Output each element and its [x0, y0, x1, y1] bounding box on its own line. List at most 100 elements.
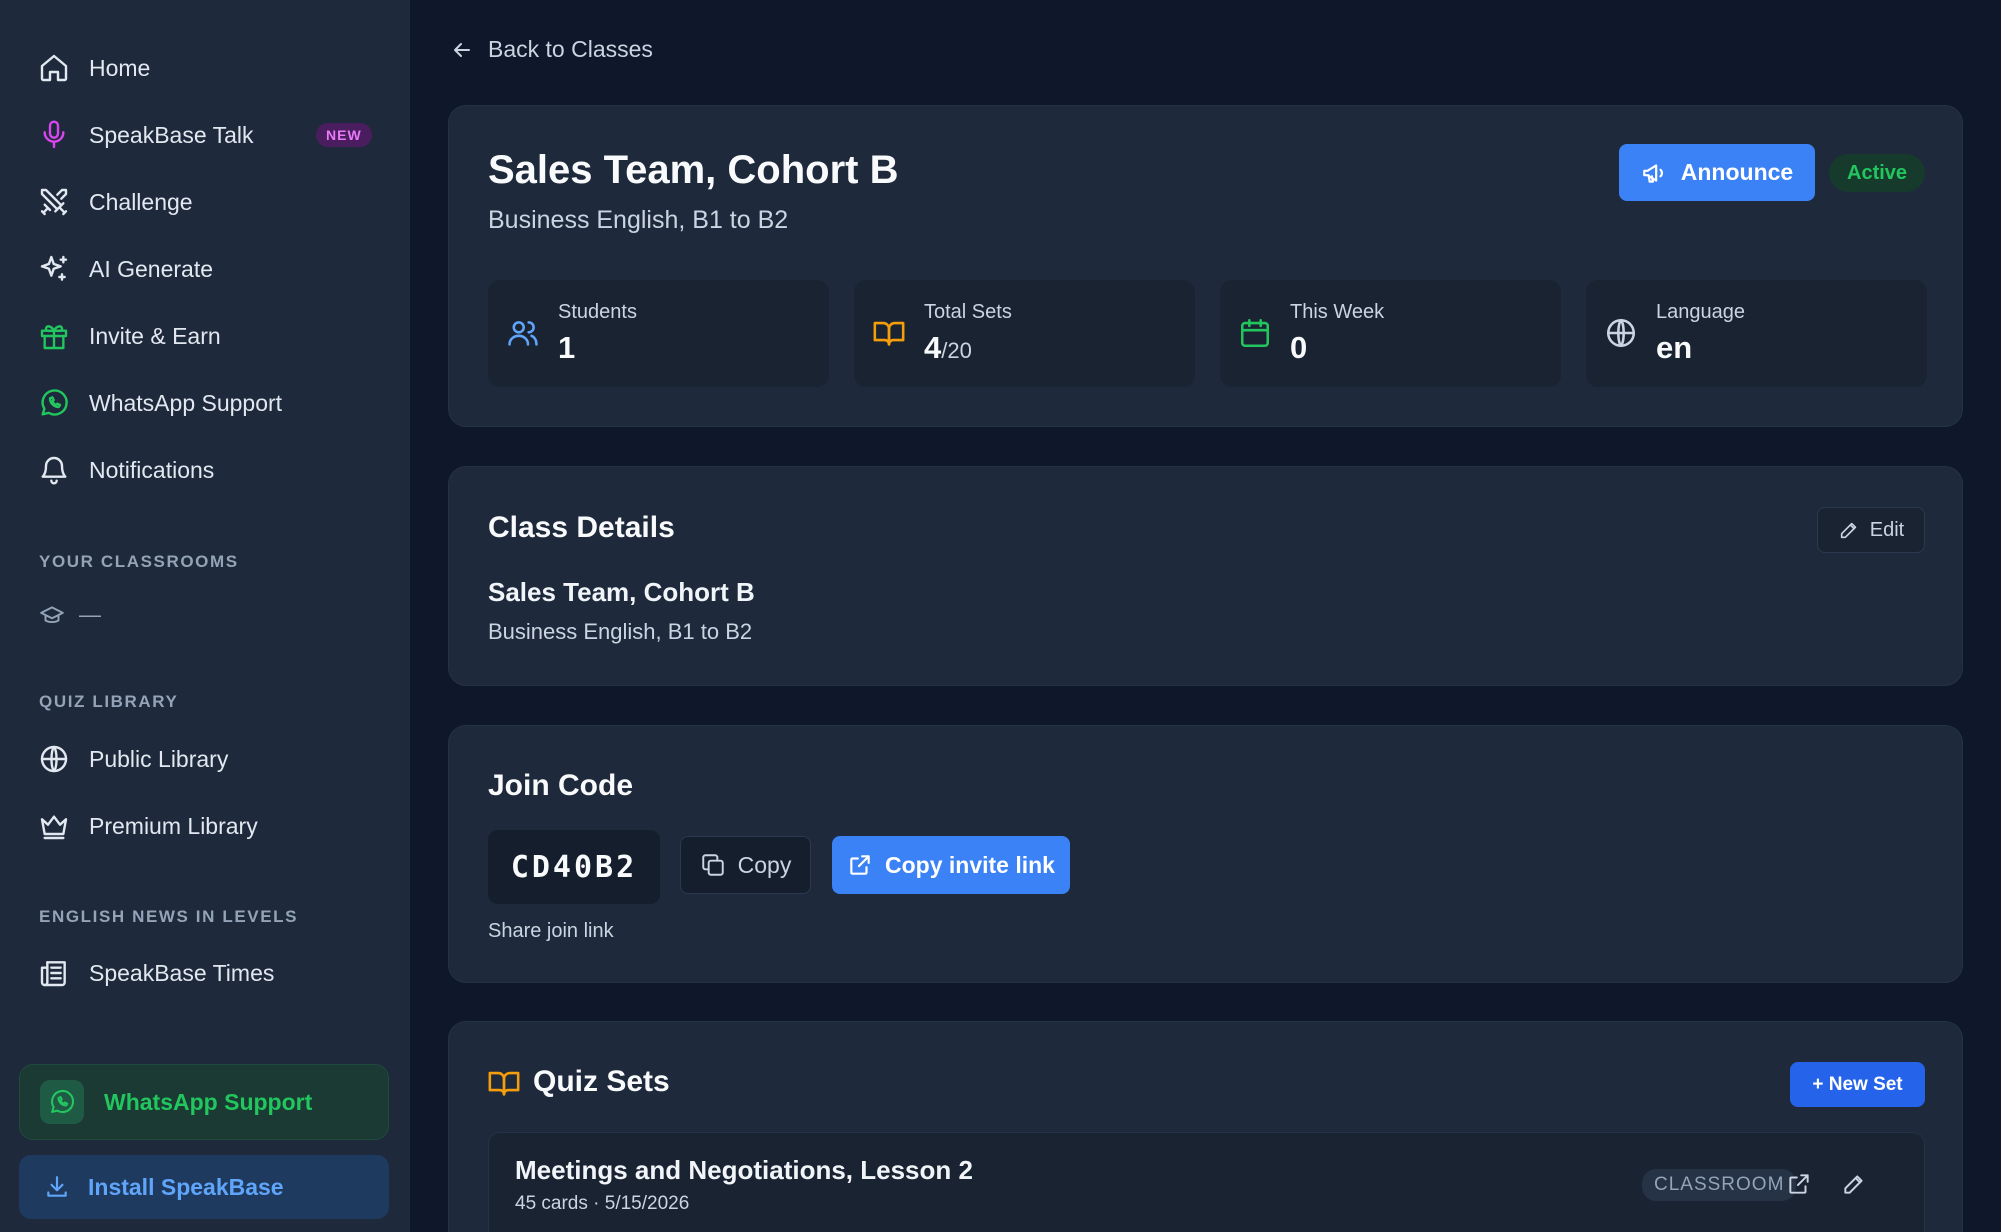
- sidebar-item-label: Premium Library: [89, 812, 258, 839]
- class-details-card: Class Details Edit Sales Team, Cohort B …: [448, 466, 1963, 686]
- new-set-button[interactable]: + New Set: [1790, 1062, 1925, 1107]
- sidebar-item-ai-generate[interactable]: AI Generate: [0, 239, 410, 299]
- copy-invite-label: Copy invite link: [885, 851, 1055, 878]
- classrooms-section-title: YOUR CLASSROOMS: [39, 552, 239, 571]
- whatsapp-icon: [40, 1080, 84, 1124]
- class-name: Sales Team, Cohort B: [488, 577, 755, 607]
- sidebar-item-public-library[interactable]: Public Library: [0, 729, 410, 789]
- sidebar-item-label: SpeakBase Talk: [89, 121, 254, 148]
- app-root: Home SpeakBase Talk NEW Challenge AI Gen…: [0, 0, 2001, 1232]
- sidebar-item-challenge[interactable]: Challenge: [0, 172, 410, 232]
- gift-icon: [36, 318, 72, 354]
- sidebar-item-label: Notifications: [89, 456, 215, 483]
- stat-students: Students 1: [488, 280, 829, 387]
- quiz-set-row[interactable]: Meetings and Negotiations, Lesson 2 45 c…: [488, 1132, 1925, 1232]
- pencil-icon: [1840, 522, 1857, 539]
- stat-value: 1: [558, 330, 576, 365]
- announce-label: Announce: [1680, 159, 1794, 185]
- sidebar: Home SpeakBase Talk NEW Challenge AI Gen…: [0, 0, 410, 1232]
- home-icon: [36, 50, 72, 86]
- join-code-value: CD40B2: [488, 830, 660, 904]
- copy-invite-link-button[interactable]: Copy invite link: [832, 836, 1070, 894]
- sidebar-item-label: Challenge: [89, 188, 193, 215]
- users-icon: [508, 321, 538, 346]
- whatsapp-support-label: WhatsApp Support: [104, 1088, 313, 1115]
- sidebar-item-speakbase-times[interactable]: SpeakBase Times: [0, 943, 410, 1003]
- stat-value: 0: [1290, 330, 1308, 365]
- quiz-set-meta: 45 cards · 5/15/2026: [515, 1193, 690, 1214]
- class-title: Sales Team, Cohort B: [488, 148, 899, 192]
- external-link-icon[interactable]: [1786, 1171, 1812, 1197]
- book-open-icon: [873, 321, 905, 346]
- class-description: Business English, B1 to B2: [488, 619, 753, 644]
- bell-icon: [36, 452, 72, 488]
- edit-label: Edit: [1869, 518, 1905, 541]
- book-open-icon: [488, 1071, 520, 1096]
- whatsapp-support-cta[interactable]: WhatsApp Support: [19, 1064, 389, 1140]
- class-subtitle: Business English, B1 to B2: [488, 206, 789, 234]
- newspaper-icon: [36, 955, 72, 991]
- back-to-classes-link[interactable]: Back to Classes: [450, 36, 653, 63]
- stat-total-sets: Total Sets 4/20: [854, 280, 1195, 387]
- stat-label: This Week: [1290, 301, 1385, 323]
- sidebar-item-label: Home: [89, 54, 151, 81]
- quiz-set-badge: CLASSROOM: [1642, 1169, 1797, 1201]
- install-app-button[interactable]: Install SpeakBase: [19, 1155, 389, 1219]
- megaphone-icon: [1642, 163, 1663, 183]
- sidebar-item-label: Invite & Earn: [89, 322, 221, 349]
- classrooms-empty: —: [79, 602, 101, 627]
- copy-code-button[interactable]: Copy: [680, 836, 811, 894]
- class-header-card: Sales Team, Cohort B Business English, B…: [448, 105, 1963, 427]
- install-label: Install SpeakBase: [88, 1173, 284, 1200]
- quiz-sets-card: Quiz Sets + New Set Meetings and Negotia…: [448, 1021, 1963, 1232]
- new-badge: NEW: [316, 123, 372, 147]
- arrow-left-icon: [454, 42, 470, 57]
- join-code-heading: Join Code: [488, 769, 634, 802]
- stat-language: Language en: [1586, 280, 1927, 387]
- sparkles-icon: [36, 251, 72, 287]
- crown-icon: [36, 808, 72, 844]
- whatsapp-icon: [36, 385, 72, 421]
- stat-value: 4/20: [924, 330, 972, 366]
- quiz-set-title: Meetings and Negotiations, Lesson 2: [515, 1155, 973, 1185]
- sidebar-item-invite-earn[interactable]: Invite & Earn: [0, 306, 410, 366]
- globe-icon: [36, 741, 72, 777]
- external-link-icon: [850, 855, 870, 875]
- classroom-empty-row: —: [39, 602, 101, 628]
- sidebar-item-label: WhatsApp Support: [89, 389, 283, 416]
- microphone-icon: [36, 117, 72, 153]
- globe-icon: [1606, 318, 1636, 348]
- copy-label: Copy: [737, 851, 792, 878]
- calendar-icon: [1240, 318, 1270, 348]
- download-icon: [47, 1176, 67, 1197]
- pencil-icon[interactable]: [1841, 1171, 1867, 1197]
- swords-icon: [36, 184, 72, 220]
- sidebar-item-label: AI Generate: [89, 255, 214, 282]
- stat-label: Total Sets: [924, 301, 1012, 323]
- sidebar-item-label: Public Library: [89, 745, 229, 772]
- sidebar-item-speakbase-talk[interactable]: SpeakBase Talk NEW: [0, 105, 410, 165]
- status-badge: Active: [1829, 154, 1926, 192]
- sidebar-item-label: SpeakBase Times: [89, 959, 275, 986]
- announce-button[interactable]: Announce: [1619, 144, 1815, 201]
- class-details-heading: Class Details: [488, 511, 675, 544]
- copy-icon: [701, 854, 724, 876]
- stat-label: Students: [558, 301, 637, 323]
- stat-this-week: This Week 0: [1220, 280, 1561, 387]
- share-join-link-label: Share join link: [488, 920, 614, 942]
- library-section-title: QUIZ LIBRARY: [39, 692, 179, 711]
- stat-value: en: [1656, 330, 1693, 365]
- news-section-title: ENGLISH NEWS IN LEVELS: [39, 907, 299, 926]
- graduation-cap-icon: [40, 606, 64, 624]
- stat-value-main: 4: [924, 330, 942, 365]
- stat-label: Language: [1656, 301, 1745, 323]
- sidebar-item-whatsapp-support[interactable]: WhatsApp Support: [0, 373, 410, 433]
- sidebar-item-home[interactable]: Home: [0, 38, 410, 98]
- stat-value-sub: /20: [941, 338, 972, 363]
- back-link-label: Back to Classes: [488, 36, 653, 62]
- quiz-sets-heading: Quiz Sets: [533, 1065, 670, 1098]
- join-code-card: Join Code CD40B2 Copy Copy invite link S…: [448, 725, 1963, 983]
- sidebar-item-premium-library[interactable]: Premium Library: [0, 796, 410, 856]
- sidebar-item-notifications[interactable]: Notifications: [0, 440, 410, 500]
- edit-button[interactable]: Edit: [1817, 507, 1925, 553]
